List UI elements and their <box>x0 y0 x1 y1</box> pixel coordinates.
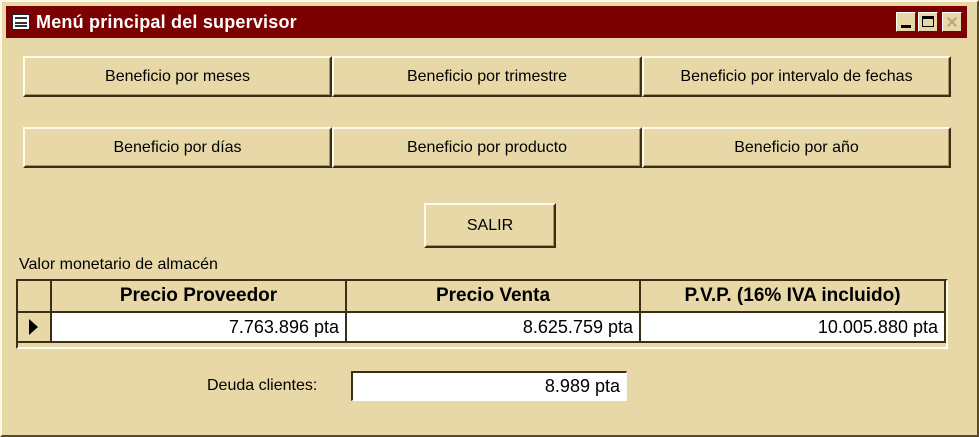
beneficio-dias-button[interactable]: Beneficio por días <box>23 127 332 168</box>
current-record-arrow-icon <box>29 319 38 335</box>
beneficio-trimestre-button[interactable]: Beneficio por trimestre <box>332 56 642 97</box>
column-header-pvp[interactable]: P.V.P. (16% IVA incluido) <box>641 281 946 313</box>
cell-pvp[interactable]: 10.005.880 pta <box>641 313 946 343</box>
beneficio-meses-button[interactable]: Beneficio por meses <box>23 56 332 97</box>
close-button[interactable] <box>942 12 962 32</box>
form-icon <box>12 14 30 30</box>
record-selector-header <box>18 281 52 313</box>
record-selector[interactable] <box>18 313 52 343</box>
column-header-precio-venta[interactable]: Precio Venta <box>347 281 641 313</box>
deuda-clientes-field[interactable]: 8.989 pta <box>351 371 627 401</box>
beneficio-producto-button[interactable]: Beneficio por producto <box>332 127 642 168</box>
almacen-datasheet: Precio Proveedor Precio Venta P.V.P. (16… <box>16 279 948 349</box>
title-bar[interactable]: Menú principal del supervisor <box>6 6 967 38</box>
almacen-caption: Valor monetario de almacén <box>19 256 218 273</box>
beneficio-anio-button[interactable]: Beneficio por año <box>642 127 951 168</box>
window-title: Menú principal del supervisor <box>36 12 297 32</box>
deuda-clientes-label: Deuda clientes: <box>207 377 318 394</box>
cell-precio-venta[interactable]: 8.625.759 pta <box>347 313 641 343</box>
maximize-button[interactable] <box>918 12 938 32</box>
minimize-button[interactable] <box>896 12 916 32</box>
column-header-precio-proveedor[interactable]: Precio Proveedor <box>52 281 347 313</box>
salir-button[interactable]: SALIR <box>424 203 556 248</box>
cell-precio-proveedor[interactable]: 7.763.896 pta <box>52 313 347 343</box>
beneficio-intervalo-fechas-button[interactable]: Beneficio por intervalo de fechas <box>642 56 951 97</box>
